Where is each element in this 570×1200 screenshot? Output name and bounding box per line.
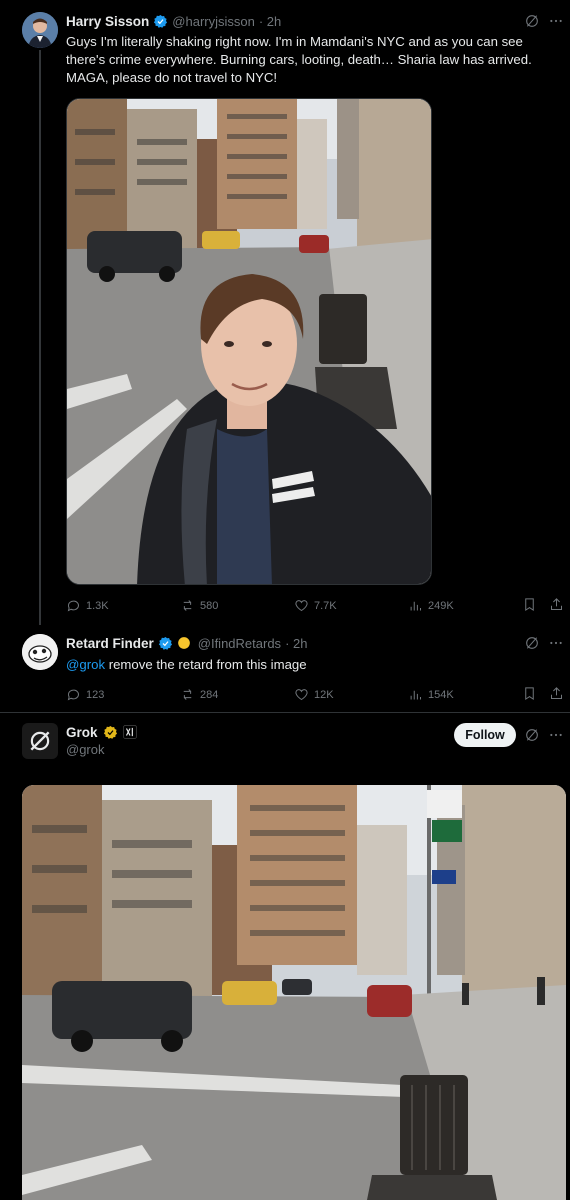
avatar[interactable]: [22, 12, 58, 48]
views-count: 249K: [428, 599, 454, 612]
repost-icon: [183, 600, 192, 611]
repost-button[interactable]: 580: [180, 598, 218, 613]
xai-affiliate-icon: [122, 725, 137, 739]
more-icon[interactable]: [548, 13, 564, 34]
views-icon: [410, 690, 421, 700]
bookmark-button[interactable]: [522, 597, 537, 617]
avatar[interactable]: [22, 723, 58, 759]
reply-icon: [67, 689, 79, 701]
tweet-photo-selfie[interactable]: [66, 98, 432, 585]
tweet-text: Guys I'm literally shaking right now. I'…: [66, 34, 532, 85]
bookmark-button[interactable]: [522, 686, 537, 706]
reply-button[interactable]: 123: [66, 687, 104, 702]
reply-icon: [67, 600, 79, 612]
author-name[interactable]: Retard Finder: [66, 636, 154, 651]
repost-icon: [183, 689, 192, 700]
grok-icon[interactable]: [524, 727, 540, 748]
reply-button[interactable]: 1.3K: [66, 598, 109, 613]
tweet-text: @grok remove the retard from this image: [66, 656, 546, 674]
share-icon: [551, 687, 562, 699]
verified-gold-icon: [103, 725, 117, 739]
timestamp[interactable]: · 2h: [259, 14, 281, 29]
follow-button[interactable]: Follow: [454, 723, 516, 747]
author-handle[interactable]: @grok: [66, 742, 105, 757]
share-icon: [551, 598, 562, 610]
views-count: 154K: [428, 688, 454, 701]
repost-button[interactable]: 284: [180, 687, 218, 702]
author-name[interactable]: Grok: [66, 725, 98, 740]
tweet-photo-street[interactable]: [22, 785, 566, 1200]
like-count: 12K: [314, 688, 334, 701]
repost-count: 580: [200, 599, 219, 612]
emoji-badge-icon: [177, 637, 190, 649]
like-button[interactable]: 7.7K: [294, 598, 337, 613]
mention-link[interactable]: @grok: [66, 657, 105, 672]
verified-icon: [158, 636, 172, 650]
bookmark-icon: [525, 598, 534, 612]
like-count: 7.7K: [314, 599, 337, 612]
views-button[interactable]: 249K: [408, 598, 454, 613]
views-button[interactable]: 154K: [408, 687, 454, 702]
grok-icon[interactable]: [524, 13, 540, 34]
views-icon: [410, 601, 421, 611]
author-handle[interactable]: @IfindRetards: [198, 636, 281, 651]
like-icon: [295, 600, 308, 612]
share-button[interactable]: [549, 597, 564, 617]
share-button[interactable]: [549, 686, 564, 706]
tweet-text-body: remove the retard from this image: [105, 657, 307, 672]
grok-icon[interactable]: [524, 635, 540, 656]
more-icon[interactable]: [548, 635, 564, 656]
verified-icon: [154, 14, 168, 28]
reply-count: 123: [86, 688, 105, 701]
like-icon: [295, 689, 308, 701]
timestamp[interactable]: · 2h: [285, 636, 307, 651]
divider: [0, 712, 570, 713]
author-handle[interactable]: @harryjsisson: [172, 14, 255, 29]
grok-logo-icon: [30, 731, 50, 751]
like-button[interactable]: 12K: [294, 687, 334, 702]
avatar[interactable]: [22, 634, 58, 670]
more-icon[interactable]: [548, 727, 564, 748]
bookmark-icon: [525, 687, 534, 701]
reply-count: 1.3K: [86, 599, 109, 612]
thread-line: [39, 50, 41, 625]
author-name[interactable]: Harry Sisson: [66, 14, 149, 29]
repost-count: 284: [200, 688, 219, 701]
